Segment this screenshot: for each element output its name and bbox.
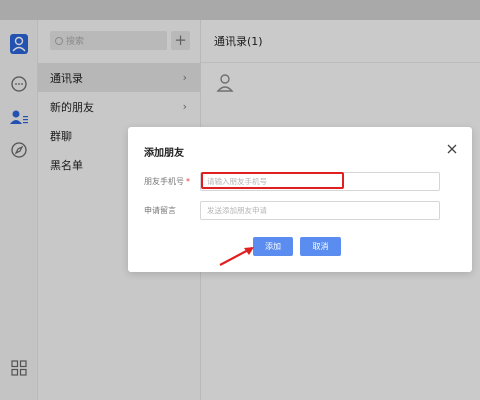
dialog-title: 添加朋友 <box>144 148 184 159</box>
message-input[interactable] <box>200 201 440 220</box>
add-friend-dialog: 添加朋友 朋友手机号* 申请留言 添加 取消 <box>128 127 472 272</box>
message-label: 申请留言 <box>144 206 176 215</box>
arrow-annotation <box>219 247 254 266</box>
phone-input-highlight <box>201 172 344 189</box>
cancel-button[interactable]: 取消 <box>300 237 341 256</box>
required-mark: * <box>186 177 190 186</box>
phone-label-text: 朋友手机号 <box>144 177 184 186</box>
phone-label: 朋友手机号 * <box>144 176 190 187</box>
add-button[interactable]: 添加 <box>253 237 293 256</box>
close-icon[interactable] <box>446 143 458 155</box>
